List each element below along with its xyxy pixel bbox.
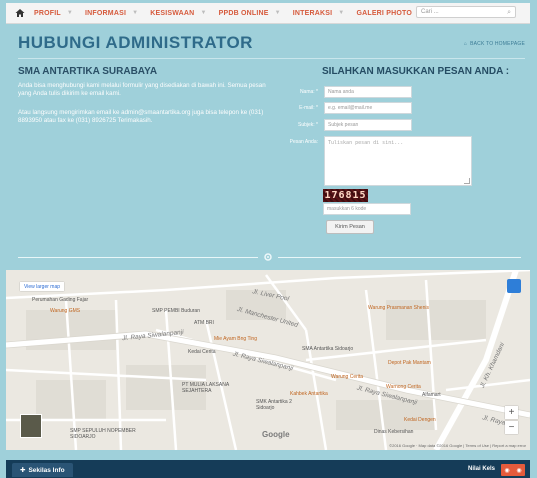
nav-item-ppdb-online[interactable]: PPDB ONLINE ▼ [219,10,287,17]
nav-item-informasi[interactable]: INFORMASI ▼ [85,10,144,17]
nav-item-kesiswaan[interactable]: KESISWAAN ▼ [150,10,212,17]
contact-details: Atau langsung mengirimkan email ke admin… [18,109,264,124]
zoom-out-button[interactable]: − [505,421,518,434]
map-label: Depot Pak Mantam [388,360,431,366]
map-label: ATM BRI [194,320,214,326]
nav-item-interaksi[interactable]: INTERAKSI ▼ [293,10,351,17]
map-label: Kahbek Antartika [290,391,328,397]
top-navigation: PROFIL ▼ INFORMASI ▼ KESISWAAN ▼ PPDB ONLIN… [6,3,530,24]
subject-label: Subjek: * [297,122,318,128]
plus-icon: ✚ [20,467,26,474]
map-label: Kedai Dengen [404,417,436,423]
send-message-button[interactable]: Kirim Pesan [326,220,374,234]
nav-item-galeri-photo[interactable]: GALERI PHOTO [356,10,412,17]
name-label: Nama: * [299,89,318,95]
map-label: SMA Antartika Sidoarjo [302,346,354,352]
map-label: Warung GMS [50,308,81,314]
contact-description: Anda bisa menghubungi kami melalui formu… [18,82,266,97]
map-footer: ©2016 Google · Map data ©2016 Google | T… [389,443,526,448]
search-input[interactable]: Cari ... ⌕ [416,6,516,18]
name-input[interactable]: Nama anda [324,86,412,98]
map-label: Warung Prasmanan Shenis [368,305,429,311]
resize-handle[interactable] [464,178,470,184]
header-divider [18,58,525,59]
footer-bar [6,460,530,478]
map-label: Mie Ayam Bng Ting [214,336,257,342]
nilai-controls[interactable]: ◉ ◉ [501,464,525,476]
map-label: SMK Antartika 2 Sidoarjo [256,399,292,411]
chevron-down-icon: ▼ [338,10,345,16]
news-tab[interactable]: ✚ Sekilas Info [12,463,73,477]
chevron-down-icon: ▼ [200,10,207,16]
street-view-icon[interactable] [507,279,521,293]
email-input[interactable]: e.g. email@mail.me [324,102,412,114]
view-larger-map-link[interactable]: View larger map [20,282,64,291]
captcha-input[interactable]: masukkan 6 kode [323,203,411,215]
chevron-down-icon: ▼ [274,10,281,16]
name-row: Nama: * Nama anda [270,86,412,98]
map-label: PT MULIA LAKSANA SEJAHTERA [182,382,229,394]
message-textarea[interactable]: Tuliskan pesan di sini... [324,136,472,186]
chevron-down-icon: ▼ [132,10,139,16]
nilai-label: Nilai Kels [467,466,495,472]
home-icon: ⌂ [463,41,468,47]
page-title: HUBUNGI ADMINISTRATOR [18,33,253,52]
message-row: Pesan Anda: Tuliskan pesan di sini... [270,136,472,186]
map-label: Kedai Cerita [188,349,216,355]
subject-input[interactable]: Subjek pesan [324,119,412,131]
gear-icon [258,251,278,263]
message-label: Pesan Anda: [289,139,318,145]
map-label: Perumahan Gading Fajar [32,297,89,303]
email-row: E-mail: * e.g. email@mail.me [270,102,412,114]
chevron-down-icon: ▼ [66,10,74,16]
map-label: SMP SEPULUH NOPEMBER SIDOARJO [70,428,136,440]
zoom-in-button[interactable]: + [505,406,518,419]
map-label: Warnong Cerita [386,384,421,390]
school-name: SMA ANTARTIKA SURABAYA [18,66,158,77]
form-title: SILAHKAN MASUKKAN PESAN ANDA : [322,66,510,77]
map-label: Alfamart [422,392,441,398]
back-to-homepage-link[interactable]: ⌂ BACK TO HOMEPAGE [464,41,525,47]
search-icon[interactable]: ⌕ [507,9,511,17]
map-label: Dinas Kebersihan [374,429,414,435]
email-label: E-mail: * [299,105,318,111]
circle-icon[interactable]: ◉ [516,467,521,474]
captcha-image: 176815 [323,189,368,202]
map-label: Warung Cerita [331,374,364,380]
map-label: SMP PEMBI Buduran [152,308,200,314]
circle-icon[interactable]: ◉ [504,467,509,474]
home-icon[interactable] [6,8,34,18]
google-map[interactable]: View larger map Perumahan Gading Fajar W… [6,270,530,450]
google-logo: Google [262,430,290,439]
subject-row: Subjek: * Subjek pesan [270,119,412,131]
nav-item-profil[interactable]: PROFIL ▼ [34,10,79,17]
satellite-toggle[interactable] [20,414,42,438]
